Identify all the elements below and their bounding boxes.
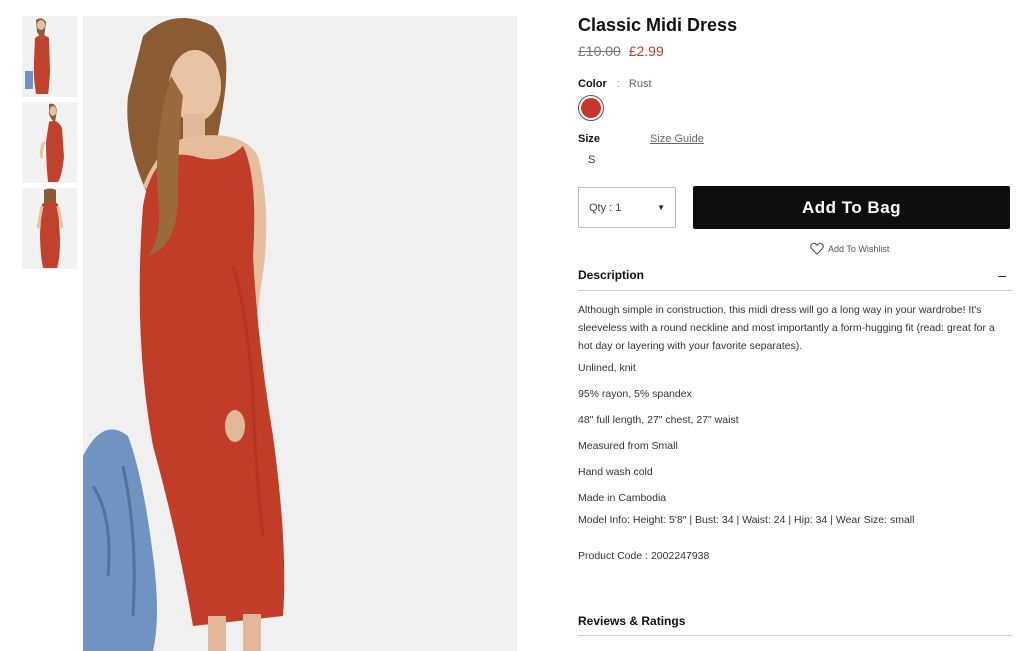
model-info: Model Info: Height: 5'8" | Bust: 34 | Wa… <box>578 514 915 526</box>
size-guide-link[interactable]: Size Guide <box>650 133 704 145</box>
size-option-s[interactable]: S <box>588 154 595 166</box>
add-to-bag-button[interactable]: Add To Bag <box>693 186 1010 229</box>
price-row: £10.00 £2.99 <box>578 42 1012 60</box>
description-line: Unlined, knit <box>578 362 636 374</box>
color-swatch-rust[interactable] <box>578 95 604 121</box>
size-row: Size Size Guide <box>578 133 1012 145</box>
description-line: Made in Cambodia <box>578 492 667 504</box>
color-separator: : <box>616 78 620 90</box>
thumbnail-front[interactable] <box>22 16 77 97</box>
product-title: Classic Midi Dress <box>578 15 738 35</box>
quantity-label: Qty : 1 <box>589 201 622 214</box>
original-price: £10.00 <box>578 43 621 59</box>
description-line: Hand wash cold <box>578 466 653 478</box>
size-label: Size <box>578 133 601 145</box>
product-code: Product Code : 2002247938 <box>578 550 710 562</box>
swatch-fill <box>581 98 601 118</box>
description-line: 48" full length, 27" chest, 27" waist <box>578 414 739 426</box>
heart-icon <box>810 242 824 255</box>
thumbnail-list <box>22 16 77 274</box>
sale-price: £2.99 <box>628 43 664 59</box>
product-image[interactable] <box>83 16 517 651</box>
buy-row: Qty : 1 ▼ Add To Bag <box>578 186 1012 229</box>
add-to-wishlist-link[interactable]: Add To Wishlist <box>810 242 910 255</box>
collapse-icon[interactable]: – <box>998 267 1006 283</box>
reviews-heading: Reviews & Ratings <box>578 614 686 628</box>
reviews-header[interactable]: Reviews & Ratings <box>578 614 1012 636</box>
thumbnail-back[interactable] <box>22 188 77 269</box>
product-info: Classic Midi Dress £10.00 £2.99 Color : … <box>578 14 1012 636</box>
color-value: Rust <box>628 78 652 90</box>
description-body: Although simple in construction, this mi… <box>578 301 1012 565</box>
description-intro: Although simple in construction, this mi… <box>578 304 995 352</box>
quantity-select[interactable]: Qty : 1 ▼ <box>578 187 676 228</box>
description-line: Measured from Small <box>578 440 678 452</box>
thumbnail-side[interactable] <box>22 102 77 183</box>
description-header[interactable]: Description – <box>578 267 1012 291</box>
caret-down-icon: ▼ <box>657 203 665 212</box>
color-row: Color : Rust <box>578 78 1012 90</box>
color-label: Color <box>578 78 607 90</box>
description-line: 95% rayon, 5% spandex <box>578 388 692 400</box>
description-heading: Description <box>578 268 645 282</box>
wishlist-label: Add To Wishlist <box>828 243 890 254</box>
